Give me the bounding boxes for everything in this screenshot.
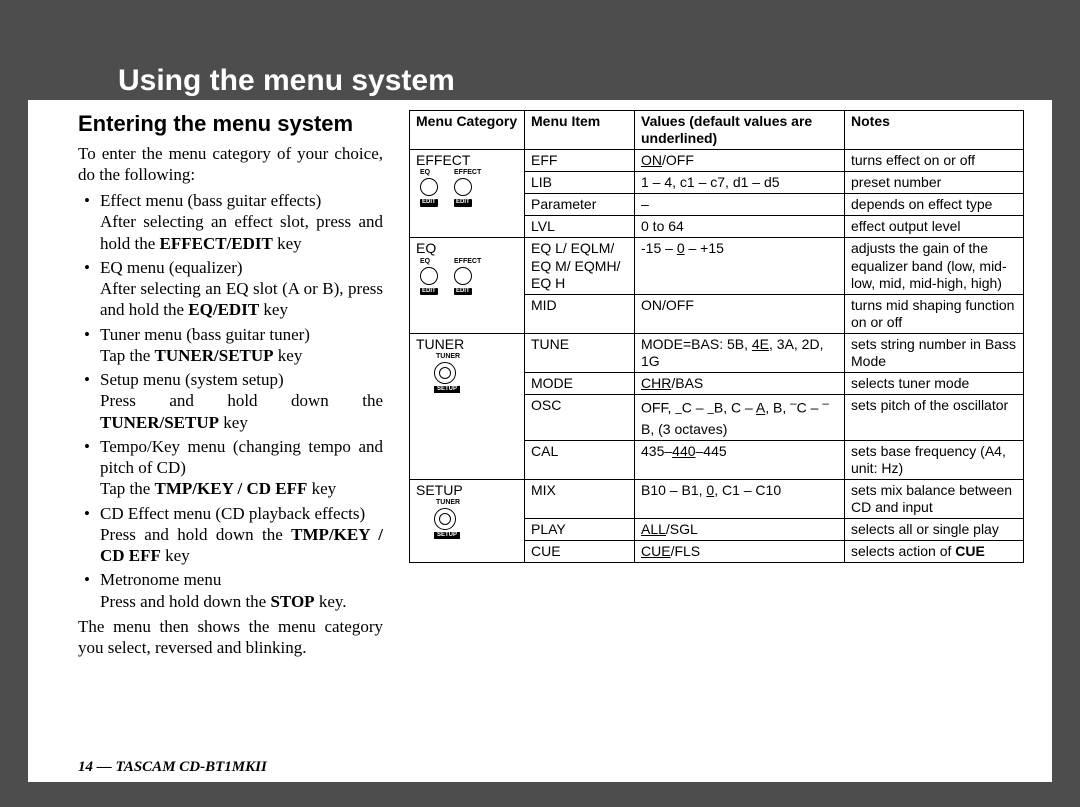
values-cell: ON/OFF bbox=[635, 150, 845, 172]
page-root: Using the menu system Entering the menu … bbox=[0, 0, 1080, 807]
item-cell: EFF bbox=[525, 150, 635, 172]
bullet-sub: After selecting an EQ slot (A or B), pre… bbox=[100, 278, 383, 321]
table-header-notes: Notes bbox=[845, 111, 1024, 150]
table-row: EFFECTEQEFFECTEDITEDITEFFON/OFFturns eff… bbox=[410, 150, 1024, 172]
page-content: Entering the menu system To enter the me… bbox=[78, 110, 1024, 762]
item-cell: EQ L/ EQLM/ EQ M/ EQMH/ EQ H bbox=[525, 238, 635, 294]
list-item: Setup menu (system setup)Press and hold … bbox=[78, 369, 383, 433]
outro-text: The menu then shows the menu category yo… bbox=[78, 616, 383, 659]
notes-cell: preset number bbox=[845, 172, 1024, 194]
bullet-head: Setup menu (system setup) bbox=[100, 370, 284, 389]
eq-effect-icon: EQEFFECTEDITEDIT bbox=[416, 172, 488, 204]
eq-effect-icon: EQEFFECTEDITEDIT bbox=[416, 261, 488, 293]
left-column: Entering the menu system To enter the me… bbox=[78, 110, 383, 658]
item-cell: TUNE bbox=[525, 333, 635, 372]
page-number: 14 bbox=[78, 759, 93, 775]
bullet-head: EQ menu (equalizer) bbox=[100, 258, 243, 277]
item-cell: LVL bbox=[525, 216, 635, 238]
values-cell: ALL/SGL bbox=[635, 519, 845, 541]
notes-cell: depends on effect type bbox=[845, 194, 1024, 216]
category-cell: EFFECT EQEFFECTEDITEDIT bbox=[410, 150, 525, 238]
notes-cell: turns effect on or off bbox=[845, 150, 1024, 172]
intro-text: To enter the menu category of your choic… bbox=[78, 143, 383, 186]
item-cell: MIX bbox=[525, 480, 635, 519]
list-item: Tempo/Key menu (changing tempo and pitch… bbox=[78, 436, 383, 500]
values-cell: ON/OFF bbox=[635, 294, 845, 333]
values-cell: CHR/BAS bbox=[635, 373, 845, 395]
bullet-head: Tempo/Key menu (changing tempo and pitch… bbox=[100, 437, 383, 477]
bullet-sub: Tap the TUNER/SETUP key bbox=[100, 345, 383, 366]
item-cell: OSC bbox=[525, 395, 635, 441]
values-cell: CUE/FLS bbox=[635, 541, 845, 563]
section-heading: Entering the menu system bbox=[78, 110, 383, 138]
bullet-sub: After selecting an effect slot, press an… bbox=[100, 211, 383, 254]
category-cell: EQ EQEFFECTEDITEDIT bbox=[410, 238, 525, 333]
table-header-category: Menu Category bbox=[410, 111, 525, 150]
notes-cell: selects all or single play bbox=[845, 519, 1024, 541]
category-label: TUNER bbox=[416, 336, 518, 353]
notes-cell: sets string number in Bass Mode bbox=[845, 333, 1024, 372]
bullet-head: Metronome menu bbox=[100, 570, 221, 589]
item-cell: CAL bbox=[525, 440, 635, 479]
category-label: SETUP bbox=[416, 482, 518, 499]
list-item: Metronome menu Press and hold down the ST… bbox=[78, 569, 383, 612]
values-cell: OFF, –C – –B, C – A, B, –C – –B, (3 octa… bbox=[635, 395, 845, 441]
notes-cell: sets mix balance between CD and input bbox=[845, 480, 1024, 519]
notes-cell: adjusts the gain of the equalizer band (… bbox=[845, 238, 1024, 294]
notes-cell: selects tuner mode bbox=[845, 373, 1024, 395]
values-cell: 1 – 4, c1 – c7, d1 – d5 bbox=[635, 172, 845, 194]
page-sheet: Using the menu system Entering the menu … bbox=[28, 30, 1052, 782]
table-row: SETUPTUNERSETUPMIXB10 – B1, 0, C1 – C10s… bbox=[410, 480, 1024, 519]
bullet-sub: Press and hold down the TUNER/SETUP key bbox=[100, 390, 383, 433]
bullet-sub: Press and hold down the STOP key. bbox=[100, 591, 383, 612]
list-item: Tuner menu (bass guitar tuner)Tap the TU… bbox=[78, 324, 383, 367]
notes-cell: effect output level bbox=[845, 216, 1024, 238]
tuner-setup-icon: TUNERSETUP bbox=[416, 502, 488, 534]
page-title: Using the menu system bbox=[118, 64, 455, 98]
item-cell: LIB bbox=[525, 172, 635, 194]
bullet-head: Effect menu (bass guitar effects) bbox=[100, 191, 321, 210]
list-item: CD Effect menu (CD playback effects)Pres… bbox=[78, 503, 383, 567]
bullet-list: Effect menu (bass guitar effects)After s… bbox=[78, 190, 383, 612]
table-header-values: Values (default values are underlined) bbox=[635, 111, 845, 150]
tuner-setup-icon: TUNERSETUP bbox=[416, 356, 488, 388]
category-label: EQ bbox=[416, 240, 518, 257]
table-row: EQ EQEFFECTEDITEDIT EQ L/ EQLM/ EQ M/ EQMH… bbox=[410, 238, 1024, 294]
category-cell: SETUP TUNERSETUP bbox=[410, 480, 525, 563]
notes-cell: sets base frequency (A4, unit: Hz) bbox=[845, 440, 1024, 479]
values-cell: -15 – 0 – +15 bbox=[635, 238, 845, 294]
footer-sep: — bbox=[93, 759, 116, 775]
list-item: EQ menu (equalizer)After selecting an EQ… bbox=[78, 257, 383, 321]
page-footer: 14 — TASCAM CD-BT1MKII bbox=[78, 759, 267, 776]
values-cell: – bbox=[635, 194, 845, 216]
right-column: Menu Category Menu Item Values (default … bbox=[409, 110, 1024, 658]
bullet-head: Tuner menu (bass guitar tuner) bbox=[100, 325, 310, 344]
item-cell: CUE bbox=[525, 541, 635, 563]
values-cell: 435–440–445 bbox=[635, 440, 845, 479]
bullet-head: CD Effect menu (CD playback effects) bbox=[100, 504, 365, 523]
notes-cell: sets pitch of the oscillator bbox=[845, 395, 1024, 441]
menu-table: Menu Category Menu Item Values (default … bbox=[409, 110, 1024, 563]
item-cell: Parameter bbox=[525, 194, 635, 216]
item-cell: PLAY bbox=[525, 519, 635, 541]
list-item: Effect menu (bass guitar effects)After s… bbox=[78, 190, 383, 254]
notes-cell: selects action of CUE bbox=[845, 541, 1024, 563]
item-cell: MID bbox=[525, 294, 635, 333]
values-cell: MODE=BAS: 5B, 4E, 3A, 2D, 1G bbox=[635, 333, 845, 372]
footer-product: TASCAM CD-BT1MKII bbox=[116, 759, 267, 775]
values-cell: B10 – B1, 0, C1 – C10 bbox=[635, 480, 845, 519]
values-cell: 0 to 64 bbox=[635, 216, 845, 238]
table-header-item: Menu Item bbox=[525, 111, 635, 150]
table-row: TUNERTUNERSETUPTUNEMODE=BAS: 5B, 4E, 3A,… bbox=[410, 333, 1024, 372]
notes-cell: turns mid shaping function on or off bbox=[845, 294, 1024, 333]
item-cell: MODE bbox=[525, 373, 635, 395]
bullet-sub: Press and hold down the TMP/KEY / CD EFF… bbox=[100, 524, 383, 567]
bullet-sub: Tap the TMP/KEY / CD EFF key bbox=[100, 478, 383, 499]
category-cell: TUNER TUNERSETUP bbox=[410, 333, 525, 479]
category-label: EFFECT bbox=[416, 152, 518, 169]
